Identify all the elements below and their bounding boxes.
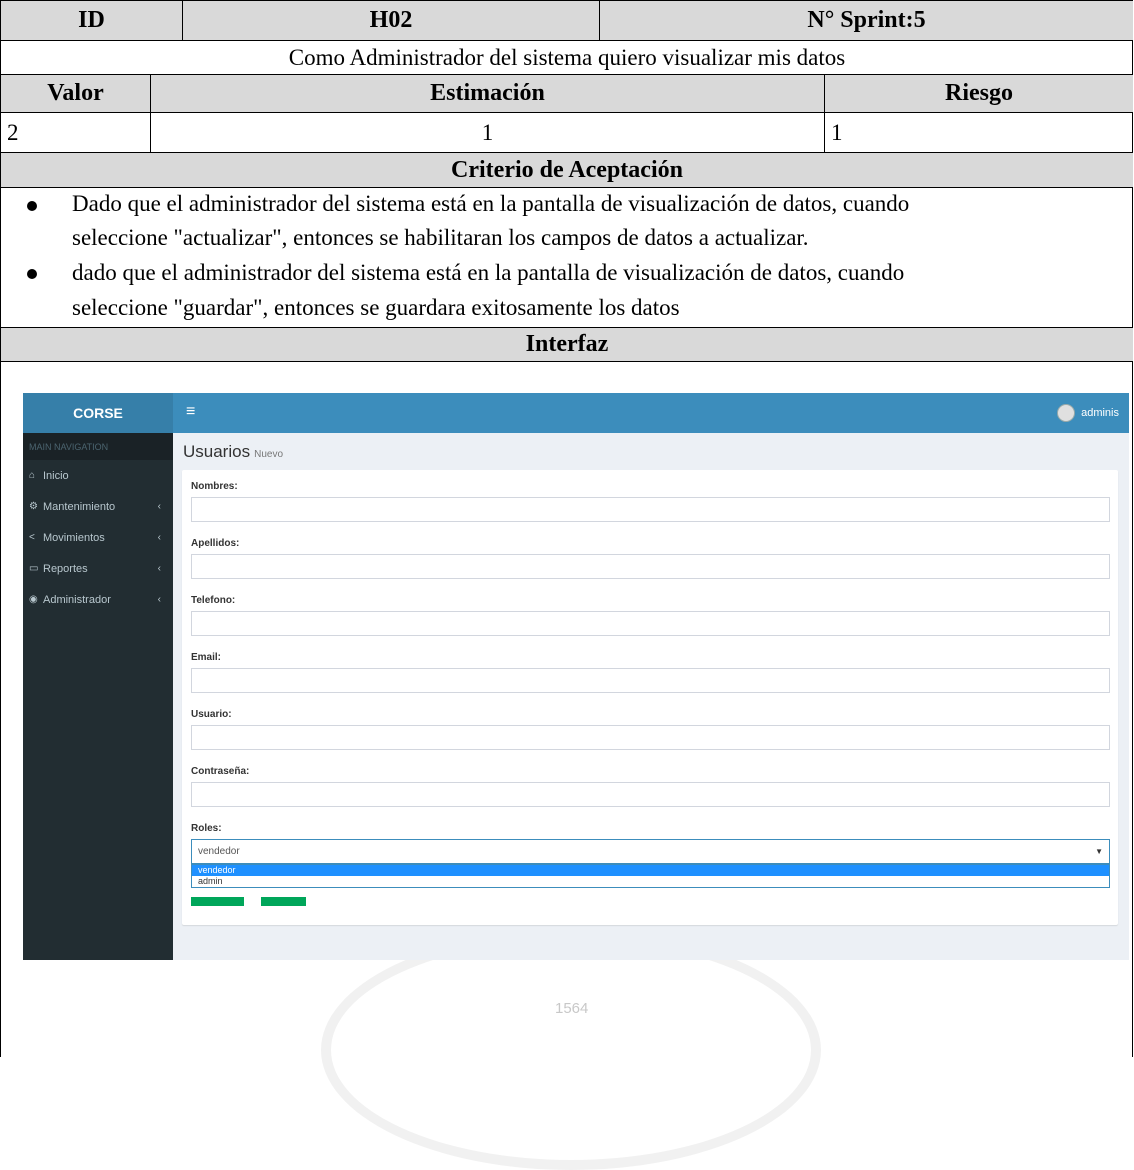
roles-selected-value: vendedor (198, 846, 240, 857)
page-subtitle: Nuevo (254, 449, 283, 460)
usuario-input[interactable] (191, 725, 1110, 750)
page-title: Usuarios Nuevo (183, 442, 283, 462)
telefono-label: Telefono: (191, 595, 236, 606)
sidebar-item-label: Movimientos (43, 531, 105, 544)
user-circle-icon: ◉ (29, 594, 38, 605)
nombres-label: Nombres: (191, 481, 238, 492)
bullet-icon (27, 269, 37, 279)
watermark-text: 1564 (555, 1000, 589, 1017)
save-button[interactable] (191, 897, 244, 906)
home-icon: ⌂ (29, 470, 36, 481)
estimacion-label: Estimación (150, 75, 824, 112)
email-label: Email: (191, 652, 222, 663)
sidebar-item-inicio[interactable]: ⌂ Inicio (23, 460, 173, 491)
print-icon: ▭ (29, 563, 39, 574)
nombres-input[interactable] (191, 497, 1110, 522)
contrasena-label: Contraseña: (191, 766, 250, 777)
criterion-2-line-1: dado que el administrador del sistema es… (72, 260, 905, 285)
sidebar-item-label: Mantenimiento (43, 500, 116, 513)
riesgo-value: 1 (824, 113, 1133, 152)
riesgo-label: Riesgo (824, 75, 1133, 112)
contrasena-input[interactable] (191, 782, 1110, 807)
sidebar-item-movimientos[interactable]: < Movimientos ‹ (23, 522, 173, 553)
chevron-left-icon: ‹ (157, 532, 161, 543)
estimacion-value: 1 (150, 113, 824, 152)
cancel-button[interactable] (261, 897, 306, 906)
roles-select[interactable]: vendedor ▼ (191, 839, 1110, 864)
metrics-values-row: 2 1 1 (1, 112, 1133, 152)
user-name: adminis (1081, 407, 1119, 419)
user-story-card: ID H02 N° Sprint:5 Como Administrador de… (0, 0, 1133, 1170)
app-header: CORSE ≡ adminis (23, 393, 1129, 433)
valor-value: 2 (7, 119, 19, 145)
bullet-icon (27, 201, 37, 211)
valor-label: Valor (47, 80, 104, 106)
nav-header: MAIN NAVIGATION (23, 433, 173, 460)
chevron-down-icon: ▼ (1095, 847, 1103, 856)
chevron-left-icon: ‹ (157, 501, 161, 512)
header-row: ID H02 N° Sprint:5 (1, 0, 1133, 40)
sidebar-item-mantenimiento[interactable]: ⚙ Mantenimiento ‹ (23, 491, 173, 522)
interfaz-label: Interfaz (525, 331, 609, 357)
story-text: Como Administrador del sistema quiero vi… (288, 44, 846, 70)
user-form: Nombres: Apellidos: Telefono: Email: Usu… (182, 470, 1118, 925)
apellidos-label: Apellidos: (191, 538, 240, 549)
interface-screenshot: CORSE ≡ adminis MAIN NAVIGATION ⌂ Inicio… (23, 393, 1129, 960)
id-value: H02 (182, 1, 599, 40)
metrics-header-row: Valor Estimación Riesgo (1, 74, 1133, 112)
criterio-label: Criterio de Aceptación (451, 156, 683, 183)
menu-toggle-icon[interactable]: ≡ (186, 403, 195, 421)
user-menu[interactable]: adminis (1057, 404, 1119, 422)
interfaz-header-row: Interfaz (1, 327, 1133, 362)
criterion-1-line-2: seleccione "actualizar", entonces se hab… (72, 225, 809, 250)
criteria-list: Dado que el administrador del sistema es… (1, 187, 1133, 327)
telefono-input[interactable] (191, 611, 1110, 636)
roles-option-admin[interactable]: admin (192, 876, 1109, 887)
sidebar-item-administrador[interactable]: ◉ Administrador ‹ (23, 584, 173, 615)
chevron-left-icon: ‹ (157, 594, 161, 605)
sprint-label: N° Sprint:5 (599, 1, 1133, 40)
story-row: Como Administrador del sistema quiero vi… (1, 40, 1133, 74)
roles-dropdown: vendedor admin (191, 864, 1110, 888)
usuario-label: Usuario: (191, 709, 232, 720)
id-label: ID (78, 7, 105, 33)
apellidos-input[interactable] (191, 554, 1110, 579)
roles-label: Roles: (191, 823, 222, 834)
app-logo[interactable]: CORSE (23, 393, 173, 433)
criterion-2-line-2: seleccione "guardar", entonces se guarda… (72, 295, 680, 320)
criterio-header-row: Criterio de Aceptación (1, 152, 1133, 187)
page-title-text: Usuarios (183, 442, 251, 461)
email-input[interactable] (191, 668, 1110, 693)
watermark-seal (321, 930, 821, 1170)
share-icon: < (29, 532, 35, 543)
sidebar: MAIN NAVIGATION ⌂ Inicio ⚙ Mantenimiento… (23, 433, 173, 960)
sidebar-item-reportes[interactable]: ▭ Reportes ‹ (23, 553, 173, 584)
roles-option-vendedor[interactable]: vendedor (192, 865, 1109, 876)
avatar (1057, 404, 1076, 422)
sidebar-item-label: Reportes (43, 562, 88, 575)
sidebar-item-label: Inicio (43, 469, 69, 482)
sidebar-item-label: Administrador (43, 593, 111, 606)
criterion-1-line-1: Dado que el administrador del sistema es… (72, 191, 910, 216)
chevron-left-icon: ‹ (157, 563, 161, 574)
cogs-icon: ⚙ (29, 501, 38, 512)
